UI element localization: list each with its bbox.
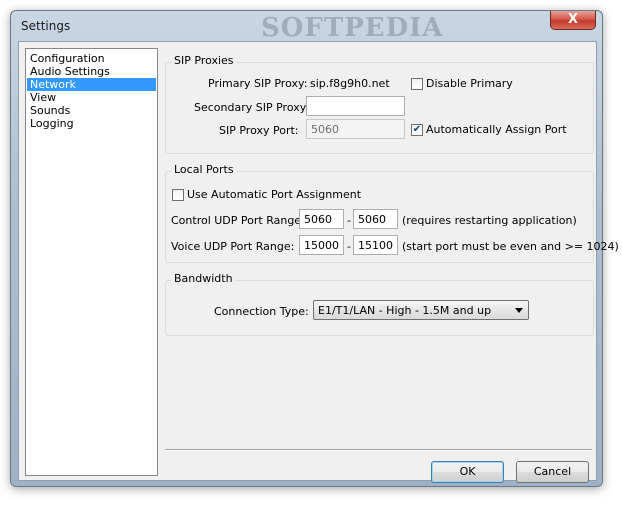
ok-button[interactable]: OK bbox=[431, 461, 504, 483]
bandwidth-group: Bandwidth Connection Type: E1/T1/LAN - H… bbox=[165, 272, 594, 336]
voice-port-note: (start port must be even and >= 1024) bbox=[402, 240, 619, 253]
settings-window: Settings SOFTPEDIA X Configuration Audio… bbox=[10, 10, 619, 487]
sidebar-item-configuration[interactable]: Configuration bbox=[27, 52, 156, 65]
bandwidth-legend: Bandwidth bbox=[172, 272, 235, 285]
connection-type-value: E1/T1/LAN - High - 1.5M and up bbox=[318, 304, 492, 317]
checkmark-icon: ✔ bbox=[412, 124, 422, 135]
control-port-from-input[interactable] bbox=[299, 209, 344, 229]
voice-port-range-label: Voice UDP Port Range: bbox=[171, 240, 295, 253]
chevron-down-icon bbox=[515, 308, 523, 313]
title-bar[interactable]: Settings SOFTPEDIA X bbox=[11, 11, 602, 43]
auto-port-assignment-label: Use Automatic Port Assignment bbox=[187, 188, 362, 201]
secondary-proxy-label: Secondary SIP Proxy: bbox=[194, 101, 310, 114]
control-port-to-input[interactable] bbox=[353, 209, 398, 229]
voice-range-dash: - bbox=[347, 240, 351, 253]
watermark: SOFTPEDIA bbox=[261, 13, 444, 43]
local-ports-group: Local Ports Use Automatic Port Assignmen… bbox=[165, 163, 619, 263]
close-icon: X bbox=[567, 12, 579, 27]
sidebar-item-network[interactable]: Network bbox=[27, 78, 156, 91]
cancel-button[interactable]: Cancel bbox=[516, 461, 589, 483]
voice-port-to-input[interactable] bbox=[353, 235, 398, 255]
sidebar-item-logging[interactable]: Logging bbox=[27, 117, 156, 130]
proxy-port-input[interactable] bbox=[306, 119, 405, 139]
auto-port-assignment-checkbox[interactable] bbox=[172, 189, 184, 201]
sidebar-item-view[interactable]: View bbox=[27, 91, 156, 104]
primary-proxy-value: sip.f8g9h0.net bbox=[310, 77, 390, 90]
sip-proxies-legend: SIP Proxies bbox=[172, 54, 236, 67]
proxy-port-label: SIP Proxy Port: bbox=[219, 124, 299, 137]
local-ports-legend: Local Ports bbox=[172, 163, 236, 176]
control-range-dash: - bbox=[347, 214, 351, 227]
voice-port-from-input[interactable] bbox=[299, 235, 344, 255]
sidebar-item-sounds[interactable]: Sounds bbox=[27, 104, 156, 117]
secondary-proxy-input[interactable] bbox=[306, 96, 405, 116]
control-port-note: (requires restarting application) bbox=[402, 214, 577, 227]
sip-proxies-group: SIP Proxies Primary SIP Proxy: sip.f8g9h… bbox=[165, 54, 594, 154]
dialog-client-area: Configuration Audio Settings Network Vie… bbox=[18, 41, 619, 483]
sidebar-item-audio-settings[interactable]: Audio Settings bbox=[27, 65, 156, 78]
disable-primary-checkbox[interactable] bbox=[411, 78, 423, 90]
footer-separator bbox=[165, 449, 592, 451]
auto-assign-port-checkbox[interactable]: ✔ bbox=[411, 124, 423, 136]
disable-primary-label: Disable Primary bbox=[426, 77, 513, 90]
control-port-range-label: Control UDP Port Range: bbox=[171, 214, 305, 227]
auto-assign-port-label: Automatically Assign Port bbox=[426, 123, 567, 136]
primary-proxy-label: Primary SIP Proxy: bbox=[208, 77, 308, 90]
connection-type-label: Connection Type: bbox=[214, 305, 309, 318]
close-button[interactable]: X bbox=[550, 11, 596, 30]
category-list[interactable]: Configuration Audio Settings Network Vie… bbox=[25, 48, 158, 476]
connection-type-select[interactable]: E1/T1/LAN - High - 1.5M and up bbox=[313, 300, 529, 320]
window-title: Settings bbox=[21, 19, 71, 33]
